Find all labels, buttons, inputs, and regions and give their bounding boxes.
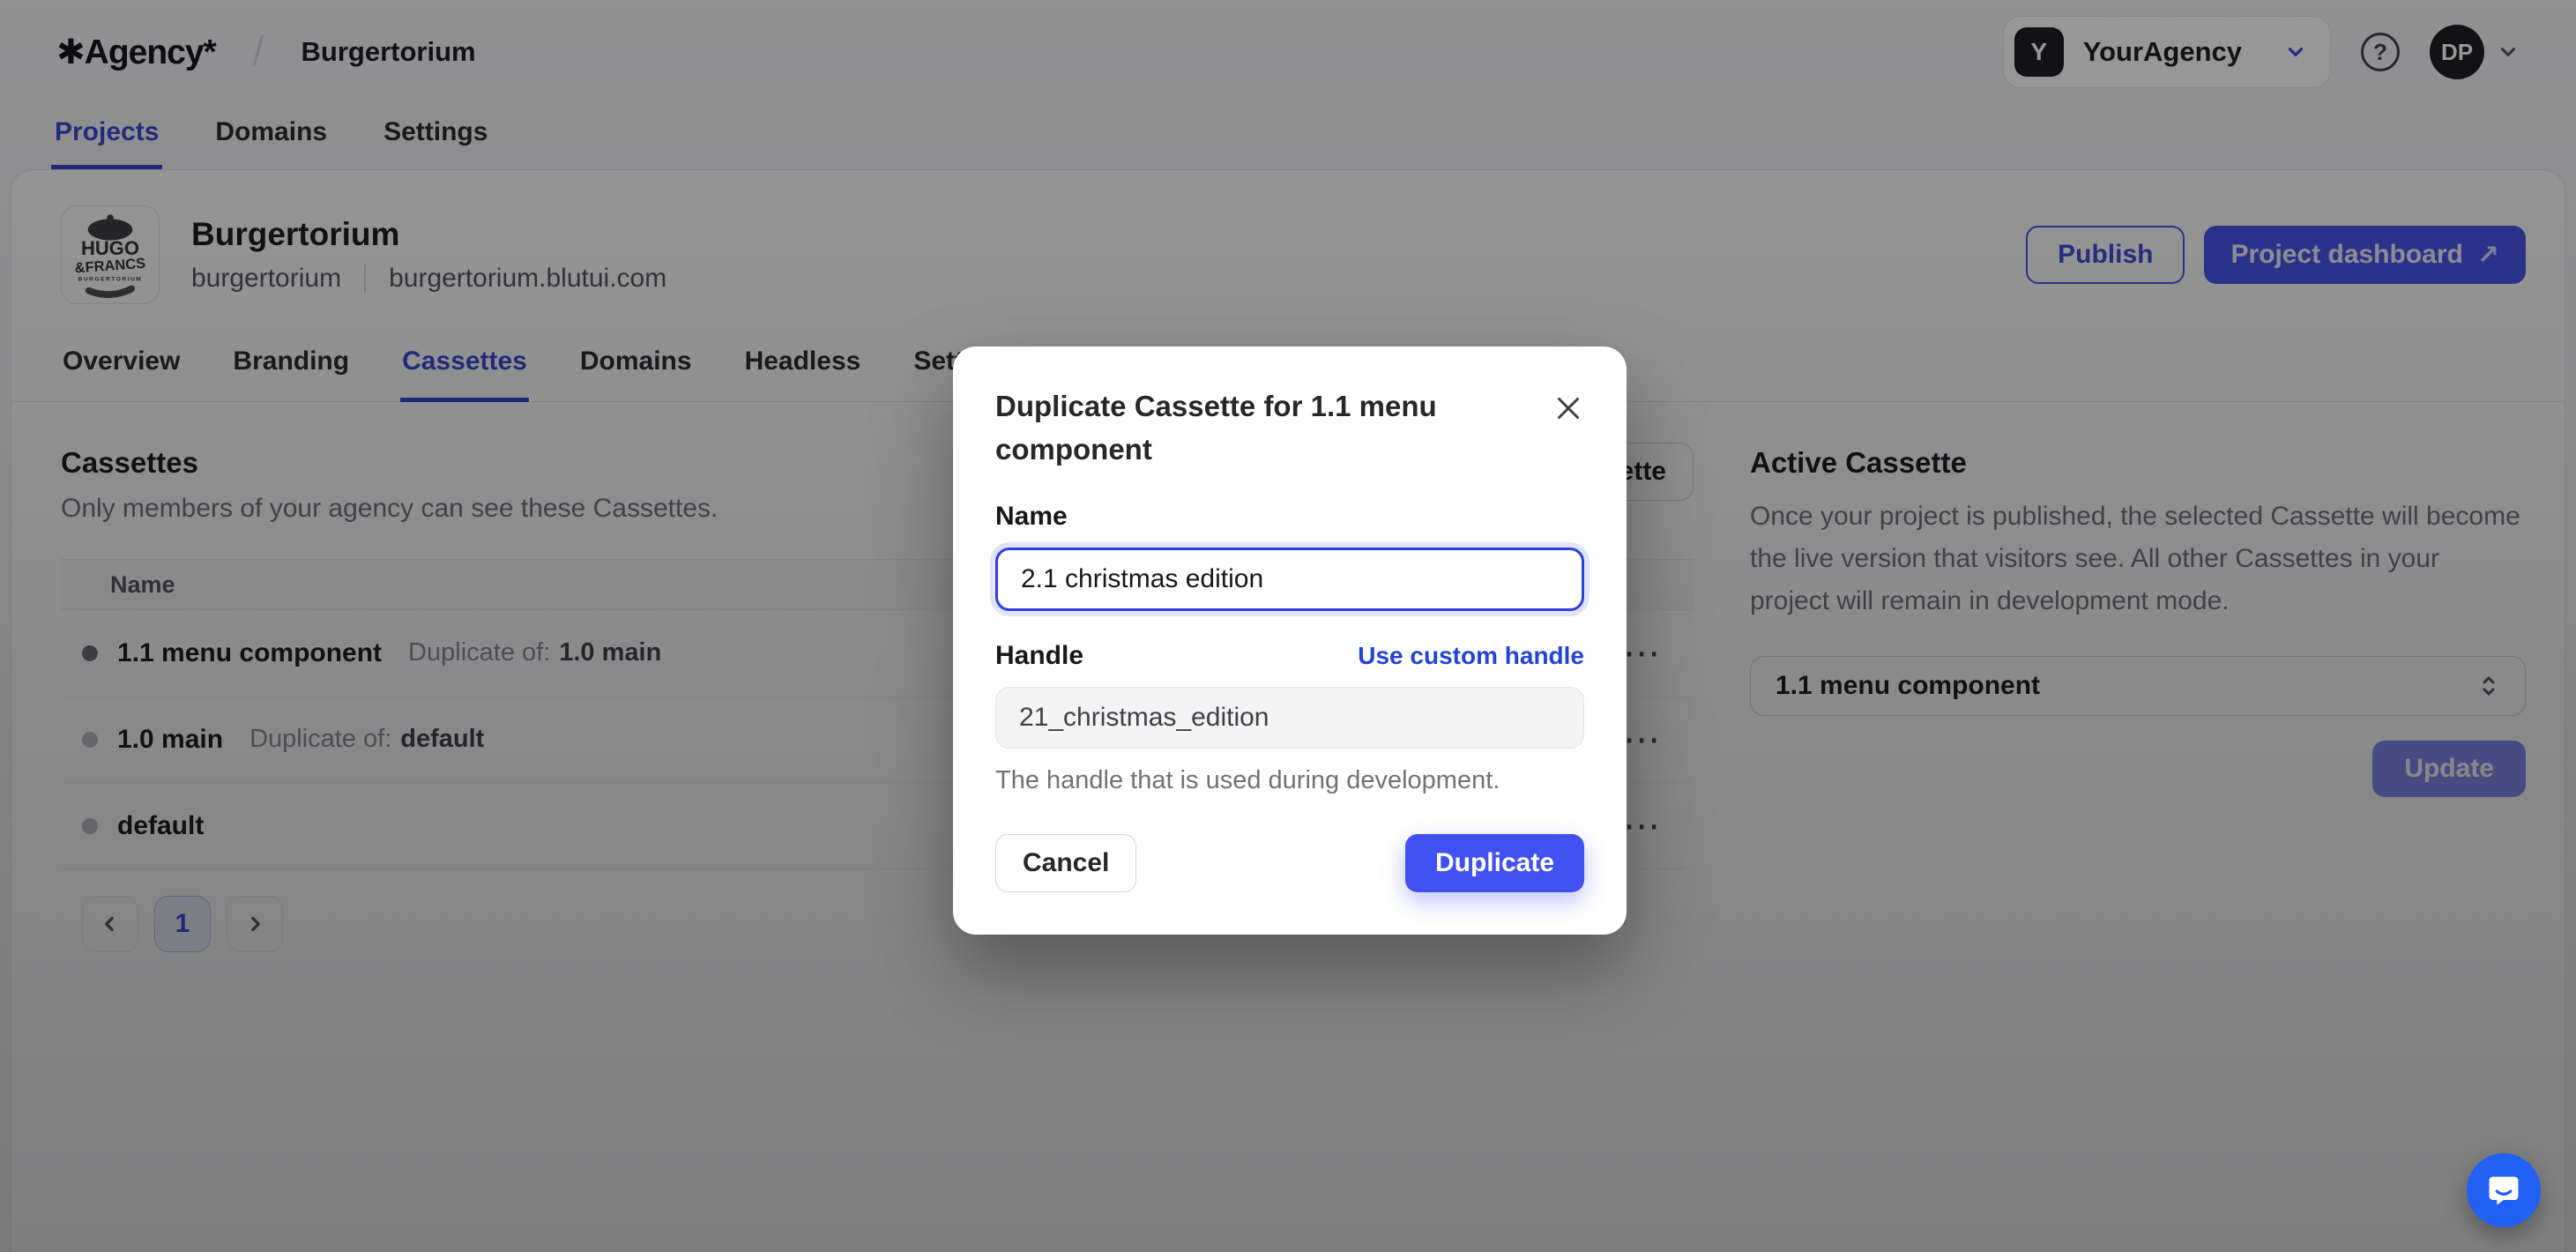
handle-label: Handle <box>995 641 1083 671</box>
name-field-group: Name <box>995 502 1584 611</box>
use-custom-handle-link[interactable]: Use custom handle <box>1358 642 1584 670</box>
close-icon[interactable] <box>1552 392 1584 429</box>
modal-footer: Cancel Duplicate <box>995 834 1584 892</box>
modal-header: Duplicate Cassette for 1.1 menu componen… <box>995 385 1584 472</box>
name-input[interactable] <box>995 548 1584 611</box>
modal-title: Duplicate Cassette for 1.1 menu componen… <box>995 385 1507 472</box>
handle-field-header: Handle Use custom handle <box>995 641 1584 671</box>
handle-field-group: Handle Use custom handle The handle that… <box>995 641 1584 795</box>
name-label: Name <box>995 502 1584 532</box>
duplicate-cassette-modal: Duplicate Cassette for 1.1 menu componen… <box>953 347 1627 935</box>
chat-launcher-button[interactable] <box>2467 1153 2541 1227</box>
chat-icon <box>2484 1171 2523 1210</box>
handle-input <box>995 687 1584 749</box>
handle-help-text: The handle that is used during developme… <box>995 766 1584 795</box>
cancel-button[interactable]: Cancel <box>995 834 1136 892</box>
duplicate-button[interactable]: Duplicate <box>1405 834 1584 892</box>
